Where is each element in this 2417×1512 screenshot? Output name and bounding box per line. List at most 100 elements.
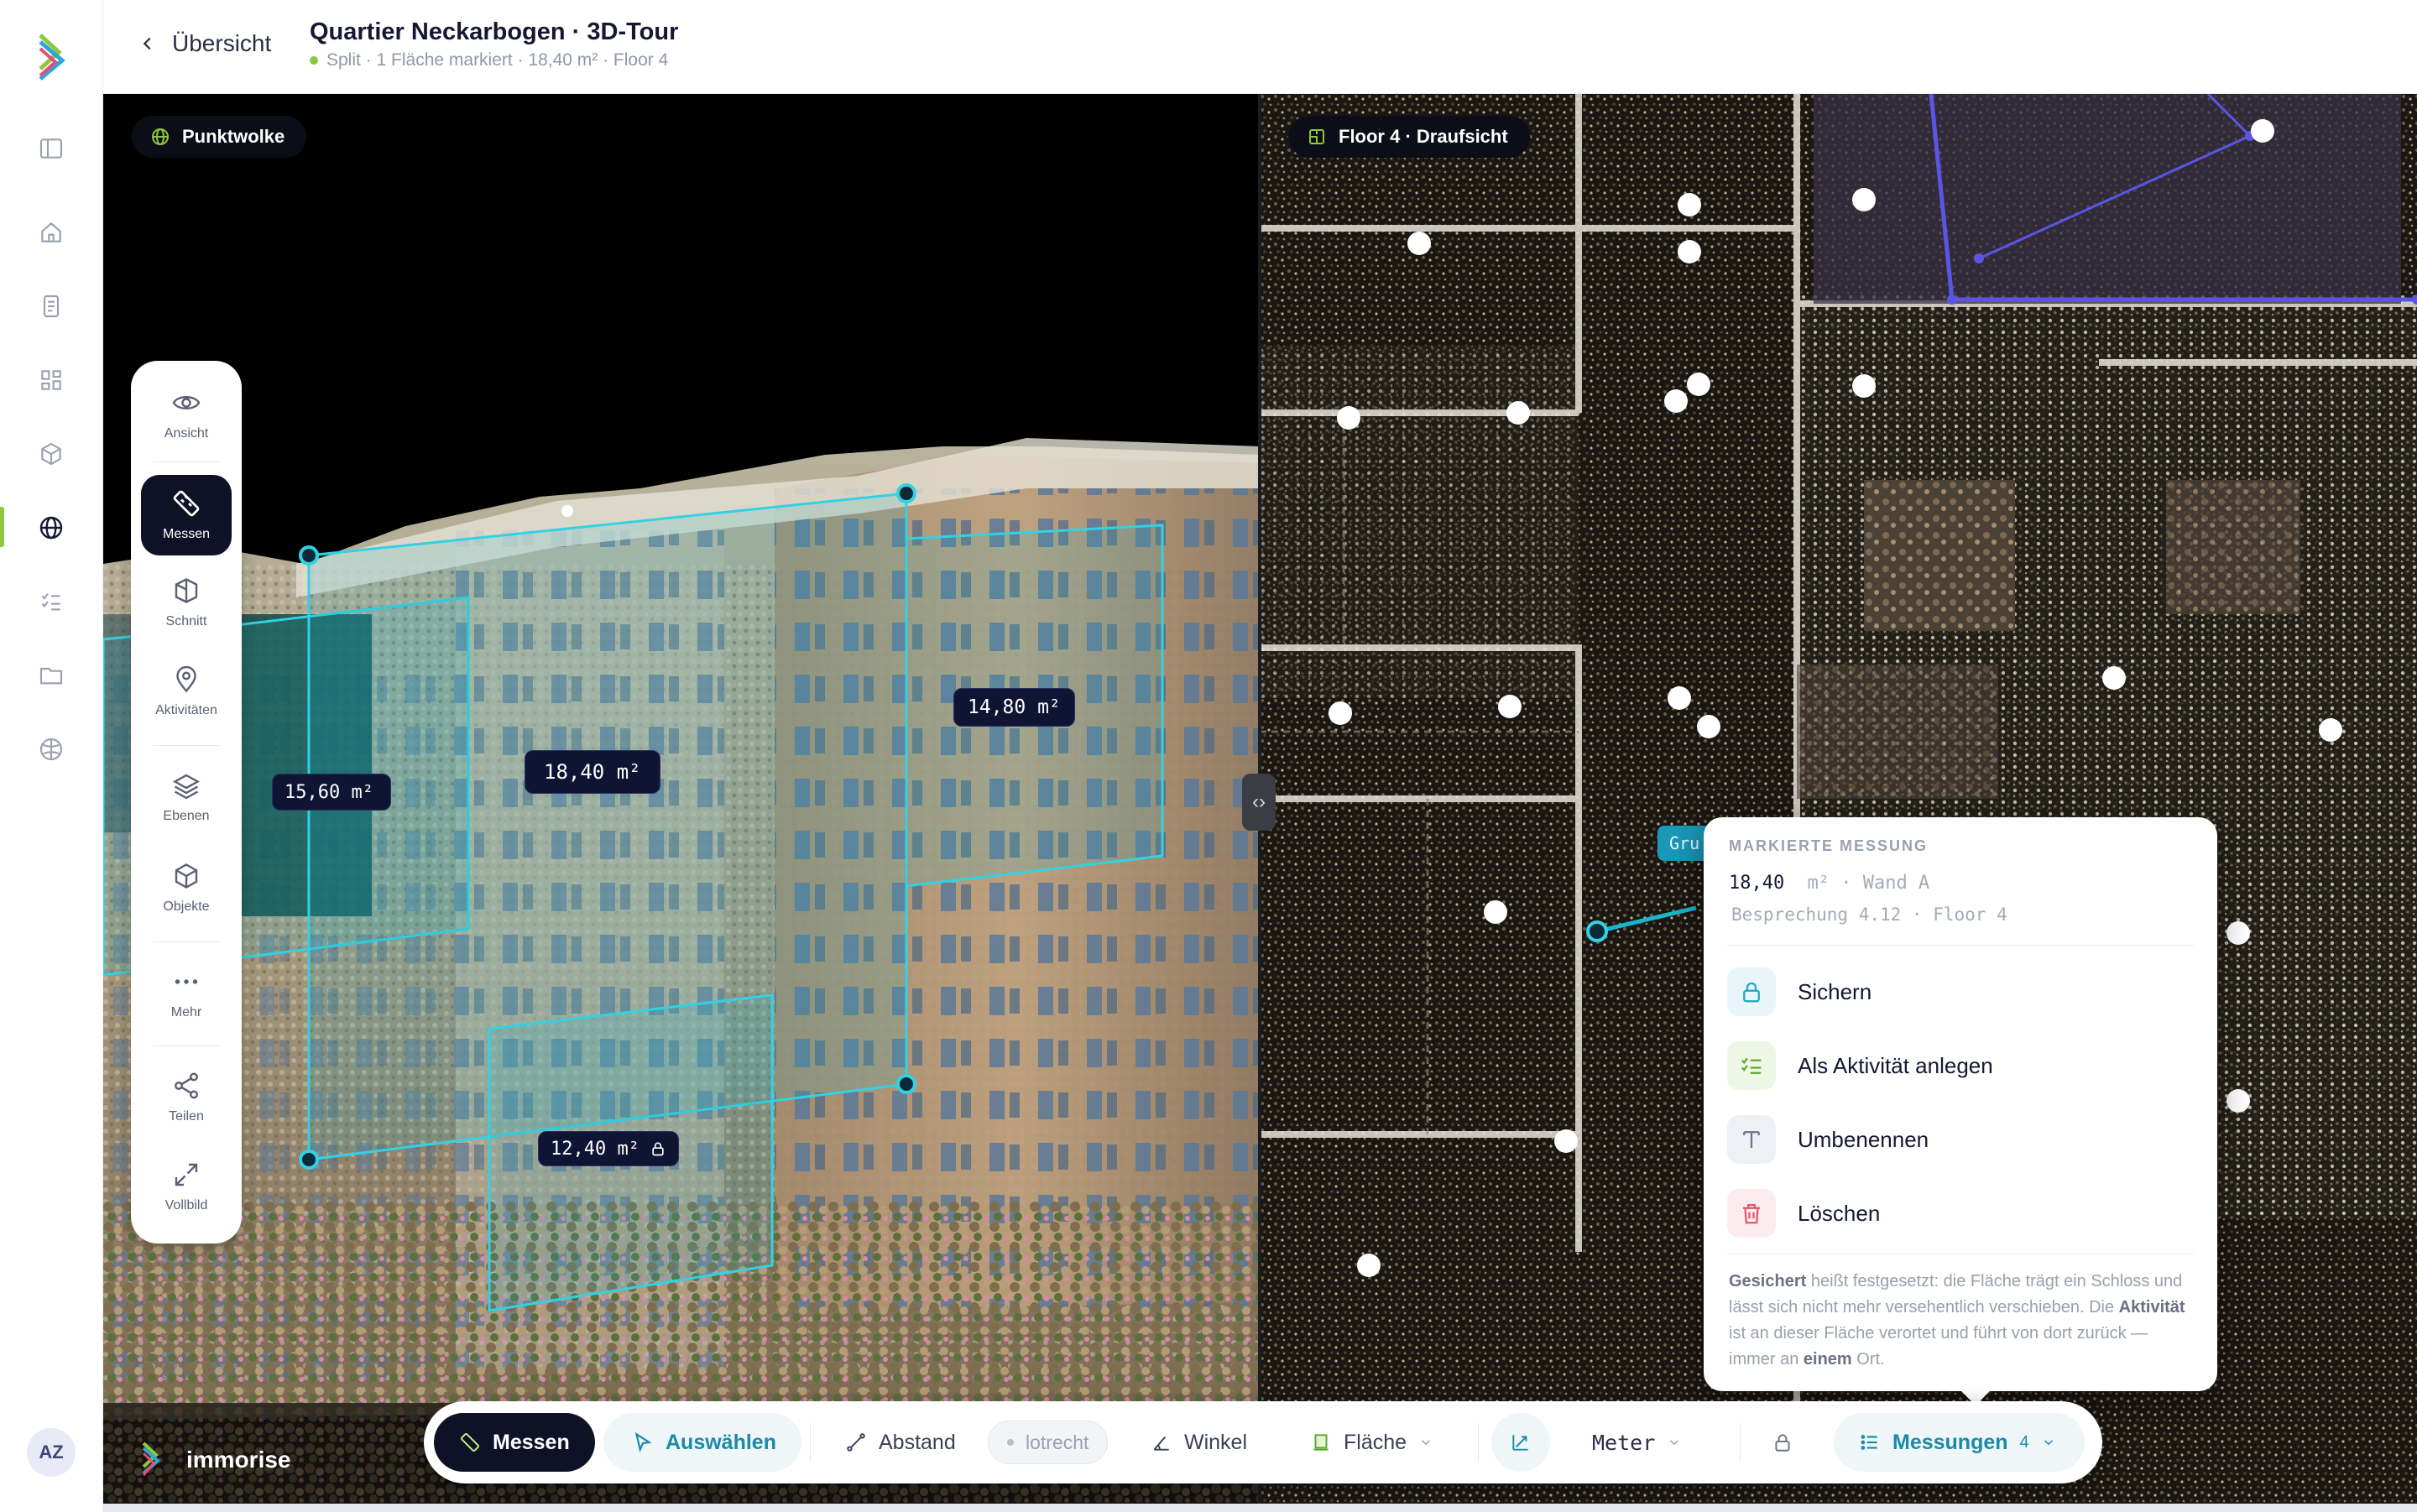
tool-schnitt[interactable]: Schnitt	[141, 562, 232, 643]
cube-icon[interactable]	[32, 435, 70, 473]
brand-logo-icon	[142, 1442, 161, 1476]
measurements-dropdown[interactable]: Messungen 4	[1834, 1413, 2085, 1472]
measurement-value: 12,40 m²	[551, 1138, 639, 1160]
globe-icon[interactable]	[32, 508, 70, 547]
ruler-icon	[460, 1432, 480, 1452]
pointcloud-viewport[interactable]: Punktwolke 15,60 m² 18,40 m² 14,80 m² 12…	[103, 94, 1260, 1504]
folder-icon[interactable]	[32, 656, 70, 695]
tool-label: Objekte	[163, 899, 210, 914]
area-icon	[1313, 1434, 1329, 1451]
tool-ansicht[interactable]: Ansicht	[141, 374, 232, 455]
popover-location: Besprechung 4.12 · Floor 4	[1731, 905, 2007, 925]
action-label: Sichern	[1798, 978, 1872, 1004]
area-label: Fläche	[1344, 1430, 1407, 1454]
tool-messen[interactable]: Messen	[141, 475, 232, 555]
tool-divider	[153, 461, 220, 462]
tool-objekte[interactable]: Objekte	[141, 847, 232, 928]
toolbar-divider	[1478, 1423, 1479, 1462]
chevron-down-icon	[1422, 1440, 1431, 1446]
viewport-label-text: Punktwolke	[182, 126, 285, 147]
measurement-label-selected[interactable]: 18,40 m²	[525, 750, 660, 794]
layers-icon	[173, 774, 200, 800]
distance-label: Abstand	[879, 1430, 956, 1454]
ruler-icon	[173, 490, 200, 517]
lock-icon	[1727, 967, 1776, 1016]
popover-value: 18,40 m² · Wand A	[1729, 873, 1929, 894]
home-icon[interactable]	[32, 213, 70, 252]
lock-icon	[1775, 1434, 1790, 1452]
angle-label: Winkel	[1184, 1430, 1248, 1454]
tool-label: Messen	[162, 527, 211, 541]
select-button[interactable]: Auswählen	[603, 1413, 801, 1472]
tool-mehr[interactable]: Mehr	[141, 953, 232, 1034]
checklist-icon[interactable]	[32, 582, 70, 621]
tool-palette: Ansicht Messen Schnitt Aktivitäten Ebene…	[131, 361, 242, 1243]
brand-logo[interactable]	[37, 34, 67, 84]
checklist-icon	[1727, 1041, 1776, 1090]
lock-icon	[652, 1142, 664, 1156]
brand: immorise	[141, 1442, 291, 1478]
unit-label: Meter	[1592, 1430, 1656, 1455]
angle-icon	[1153, 1436, 1169, 1451]
avatar[interactable]: AZ	[27, 1428, 76, 1477]
tool-divider	[153, 1045, 220, 1046]
split-handle[interactable]: ‹›	[1242, 774, 1276, 831]
sidebar-toggle-icon[interactable]	[32, 129, 70, 168]
tool-label: Ebenen	[163, 809, 210, 823]
bottom-strip	[103, 1504, 2417, 1512]
tool-label: Ansicht	[164, 426, 209, 441]
eye-icon	[172, 396, 201, 409]
document-icon[interactable]	[32, 287, 70, 326]
measure-button[interactable]: Messen	[434, 1413, 595, 1472]
tool-ebenen[interactable]: Ebenen	[141, 757, 232, 837]
expand-icon	[175, 1163, 198, 1186]
status-dot	[310, 56, 318, 65]
area-dropdown[interactable]: Fläche	[1292, 1413, 1452, 1472]
action-als-aktivitaet[interactable]: Als Aktivität anlegen	[1727, 1040, 1993, 1091]
note-bold: einem	[1803, 1350, 1852, 1369]
measurement-popover: MARKIERTE MESSUNG 18,40 m² · Wand A Besp…	[1704, 817, 2217, 1391]
page-subtitle: Split · 1 Fläche markiert · 18,40 m² · F…	[310, 50, 668, 70]
note-bold: Gesichert	[1729, 1272, 1807, 1290]
lock-button[interactable]	[1755, 1413, 1810, 1472]
trash-icon	[1727, 1189, 1776, 1238]
unit-dropdown[interactable]: Meter	[1574, 1413, 1700, 1472]
distance-button[interactable]: Abstand	[827, 1413, 974, 1472]
measurement-label-locked[interactable]: 12,40 m²	[538, 1131, 679, 1166]
bottom-toolbar: Messen Auswählen Abstand lotrecht Winkel…	[424, 1401, 2102, 1483]
toggle-dot	[1007, 1439, 1014, 1446]
tool-vollbild[interactable]: Vollbild	[141, 1146, 232, 1227]
action-loeschen[interactable]: Löschen	[1727, 1188, 1880, 1238]
dashboard-icon[interactable]	[32, 361, 70, 399]
tool-teilen[interactable]: Teilen	[141, 1057, 232, 1138]
app-rail: AZ	[0, 0, 103, 1512]
action-label: Als Aktivität anlegen	[1798, 1052, 1993, 1078]
more-icon	[175, 979, 198, 984]
chevron-down-icon	[1670, 1440, 1679, 1446]
angle-button[interactable]: Winkel	[1132, 1413, 1266, 1472]
popover-divider	[1727, 945, 2194, 946]
snap-icon	[1512, 1435, 1528, 1451]
action-umbenennen[interactable]: Umbenennen	[1727, 1114, 1929, 1165]
select-label: Auswählen	[666, 1430, 776, 1454]
page-title: Quartier Neckarbogen · 3D-Tour	[310, 18, 679, 45]
pin-icon	[176, 665, 196, 693]
viewport-label-floorplan: Floor 4 · Draufsicht	[1288, 116, 1530, 158]
back-link[interactable]: Übersicht	[138, 30, 271, 57]
viewport-label-pointcloud: Punktwolke	[132, 116, 307, 158]
back-label: Übersicht	[172, 30, 272, 56]
vertical-toggle[interactable]: lotrecht	[988, 1421, 1109, 1464]
action-label: Umbenennen	[1798, 1126, 1929, 1152]
box-icon	[175, 863, 198, 889]
measurement-label[interactable]: 14,80 m²	[953, 688, 1075, 727]
brand-name: immorise	[186, 1447, 291, 1473]
tool-label: Schnitt	[165, 614, 207, 628]
settings-icon[interactable]	[32, 730, 70, 769]
action-sichern[interactable]: Sichern	[1727, 967, 1871, 1017]
tool-aktivitaeten[interactable]: Aktivitäten	[141, 651, 232, 732]
snap-button[interactable]	[1491, 1413, 1550, 1472]
measurements-count: 4	[2019, 1432, 2029, 1452]
tool-label: Vollbild	[164, 1198, 208, 1212]
measurement-label[interactable]: 15,60 m²	[272, 774, 391, 811]
page-header: Übersicht Quartier Neckarbogen · 3D-Tour…	[103, 0, 2417, 94]
